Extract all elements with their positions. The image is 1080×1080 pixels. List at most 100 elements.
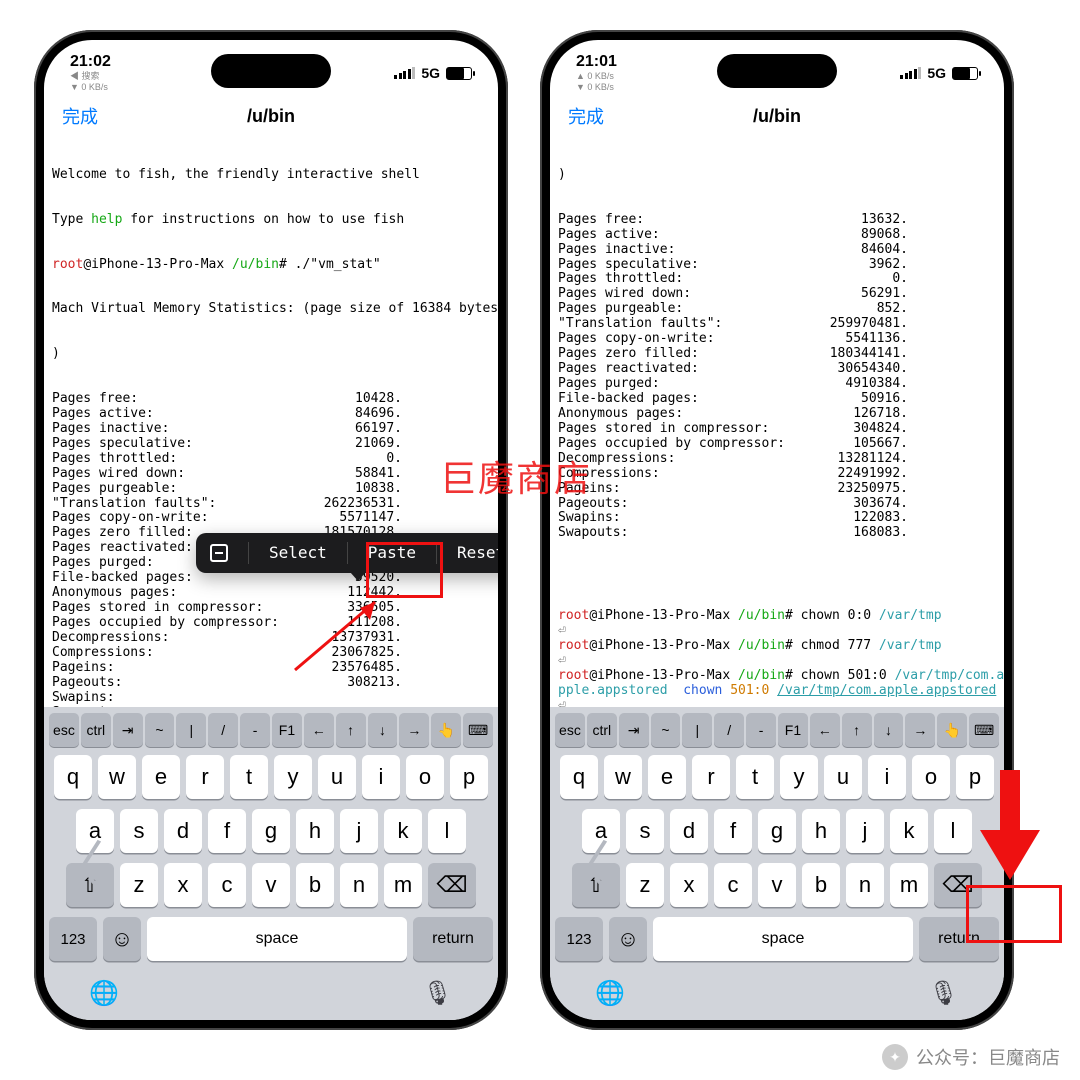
key[interactable]: c — [714, 863, 752, 907]
menu-select[interactable]: Select — [269, 544, 327, 562]
key[interactable]: d — [164, 809, 202, 853]
key[interactable]: d — [670, 809, 708, 853]
key[interactable]: m — [384, 863, 422, 907]
fn-key[interactable]: ⌨ — [463, 713, 493, 747]
key[interactable]: v — [252, 863, 290, 907]
key[interactable]: y — [780, 755, 818, 799]
return-key[interactable]: return — [413, 917, 493, 961]
menu-paste[interactable]: Paste — [368, 544, 416, 562]
key[interactable]: x — [164, 863, 202, 907]
key[interactable]: o — [912, 755, 950, 799]
key[interactable]: z — [626, 863, 664, 907]
fn-key[interactable]: | — [176, 713, 206, 747]
fn-key[interactable]: ↑ — [842, 713, 872, 747]
fn-key[interactable]: F1 — [778, 713, 808, 747]
fn-key[interactable]: ↓ — [368, 713, 398, 747]
fn-key[interactable]: / — [714, 713, 744, 747]
key[interactable]: j — [846, 809, 884, 853]
fn-key[interactable]: ~ — [651, 713, 681, 747]
fn-key[interactable]: ⇥ — [113, 713, 143, 747]
key[interactable]: o — [406, 755, 444, 799]
space-key[interactable]: space — [653, 917, 913, 961]
fn-key[interactable]: 👆 — [937, 713, 967, 747]
key[interactable]: l — [428, 809, 466, 853]
key[interactable]: i — [362, 755, 400, 799]
numbers-key[interactable]: 123 — [555, 917, 603, 961]
key[interactable]: w — [98, 755, 136, 799]
fn-key[interactable]: ← — [810, 713, 840, 747]
scan-text-icon[interactable] — [210, 544, 228, 562]
key[interactable]: e — [142, 755, 180, 799]
key[interactable]: e — [648, 755, 686, 799]
key[interactable]: u — [318, 755, 356, 799]
key[interactable]: p — [450, 755, 488, 799]
fn-key[interactable]: ctrl — [81, 713, 111, 747]
fn-key[interactable]: ↓ — [874, 713, 904, 747]
key[interactable]: h — [296, 809, 334, 853]
fn-key[interactable]: ~ — [145, 713, 175, 747]
done-button[interactable]: 完成 — [62, 103, 98, 129]
key[interactable]: k — [890, 809, 928, 853]
terminal-output[interactable]: ) Pages free:13632.Pages active:89068.Pa… — [550, 136, 1004, 707]
key[interactable]: q — [560, 755, 598, 799]
key[interactable]: q — [54, 755, 92, 799]
fn-key[interactable]: 👆 — [431, 713, 461, 747]
fn-key[interactable]: - — [746, 713, 776, 747]
key[interactable]: b — [296, 863, 334, 907]
fn-key[interactable]: ⌨ — [969, 713, 999, 747]
back-search[interactable]: ◀ 搜索 — [70, 71, 100, 81]
key[interactable]: g — [758, 809, 796, 853]
fn-key[interactable]: ← — [304, 713, 334, 747]
fn-key[interactable]: / — [208, 713, 238, 747]
fn-key[interactable]: → — [905, 713, 935, 747]
key[interactable]: w — [604, 755, 642, 799]
keyboard-swipe-handle[interactable]: 〈 — [554, 823, 610, 904]
numbers-key[interactable]: 123 — [49, 917, 97, 961]
key[interactable]: k — [384, 809, 422, 853]
key[interactable]: j — [340, 809, 378, 853]
menu-reset[interactable]: Reset — [457, 544, 498, 562]
emoji-key[interactable]: ☺ — [609, 917, 647, 961]
keyboard-swipe-handle[interactable]: 〈 — [48, 823, 104, 904]
mic-icon[interactable]: 🎙 — [423, 979, 453, 1008]
key[interactable]: g — [252, 809, 290, 853]
key[interactable]: x — [670, 863, 708, 907]
key[interactable]: p — [956, 755, 994, 799]
key[interactable]: z — [120, 863, 158, 907]
fn-key[interactable]: - — [240, 713, 270, 747]
key[interactable]: l — [934, 809, 972, 853]
key[interactable]: f — [714, 809, 752, 853]
fn-key[interactable]: F1 — [272, 713, 302, 747]
key[interactable]: y — [274, 755, 312, 799]
fn-key[interactable]: ctrl — [587, 713, 617, 747]
key[interactable]: f — [208, 809, 246, 853]
key[interactable]: c — [208, 863, 246, 907]
fn-key[interactable]: ⇥ — [619, 713, 649, 747]
fn-key[interactable]: → — [399, 713, 429, 747]
done-button[interactable]: 完成 — [568, 103, 604, 129]
globe-icon[interactable]: 🌐 — [89, 979, 119, 1008]
return-key[interactable]: return — [919, 917, 999, 961]
backspace-key[interactable]: ⌫ — [934, 863, 982, 907]
key[interactable]: b — [802, 863, 840, 907]
key[interactable]: t — [230, 755, 268, 799]
fn-key[interactable]: esc — [555, 713, 585, 747]
emoji-key[interactable]: ☺ — [103, 917, 141, 961]
key[interactable]: i — [868, 755, 906, 799]
key[interactable]: v — [758, 863, 796, 907]
key[interactable]: s — [120, 809, 158, 853]
key[interactable]: n — [846, 863, 884, 907]
key[interactable]: h — [802, 809, 840, 853]
key[interactable]: s — [626, 809, 664, 853]
mic-icon[interactable]: 🎙 — [929, 979, 959, 1008]
globe-icon[interactable]: 🌐 — [595, 979, 625, 1008]
key[interactable]: r — [692, 755, 730, 799]
terminal-output[interactable]: Welcome to fish, the friendly interactiv… — [44, 136, 498, 707]
key[interactable]: t — [736, 755, 774, 799]
fn-key[interactable]: esc — [49, 713, 79, 747]
fn-key[interactable]: ↑ — [336, 713, 366, 747]
key[interactable]: u — [824, 755, 862, 799]
fn-key[interactable]: | — [682, 713, 712, 747]
key[interactable]: m — [890, 863, 928, 907]
backspace-key[interactable]: ⌫ — [428, 863, 476, 907]
